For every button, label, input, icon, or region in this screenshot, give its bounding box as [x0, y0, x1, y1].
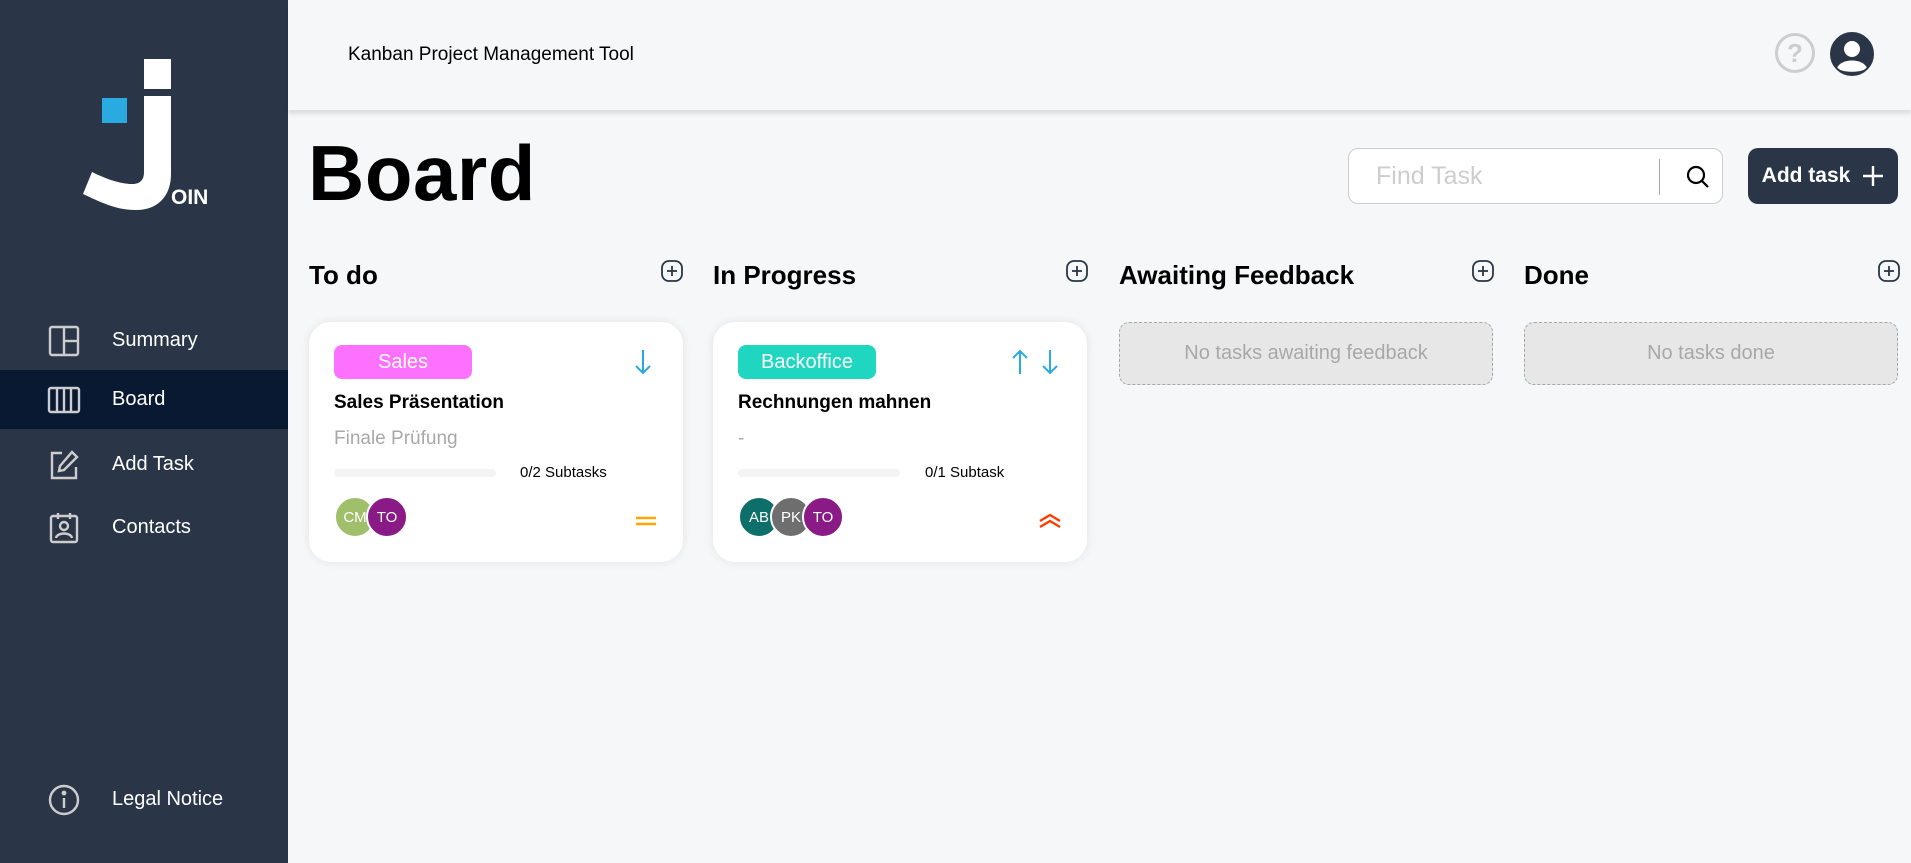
sidebar-item-label: Summary	[112, 329, 198, 351]
add-task-button[interactable]: Add task	[1748, 148, 1898, 204]
sidebar-item-label: Contacts	[112, 516, 191, 538]
task-title: Sales Präsentation	[334, 392, 505, 413]
sidebar-item-add-task[interactable]: Add Task	[0, 435, 288, 494]
sidebar-item-summary[interactable]: Summary	[0, 311, 288, 370]
task-card[interactable]: Sales Sales Präsentation Finale Prüfung …	[309, 322, 683, 562]
column-title: Done	[1524, 260, 1589, 290]
subtask-progress-bar	[334, 469, 496, 477]
priority-urgent-icon	[1039, 513, 1061, 529]
contacts-icon	[47, 511, 81, 545]
arrow-down-icon[interactable]	[1041, 348, 1059, 376]
arrow-up-icon[interactable]	[1011, 348, 1029, 376]
column-header-awaiting-feedback: Awaiting Feedback	[1119, 258, 1494, 298]
task-description: Finale Prüfung	[334, 428, 458, 449]
sidebar-item-board[interactable]: Board	[0, 370, 288, 429]
avatar: TO	[802, 496, 844, 538]
column-header-done: Done	[1524, 258, 1900, 298]
help-icon: ?	[1787, 37, 1803, 68]
add-to-column-icon[interactable]	[1472, 260, 1494, 282]
help-button[interactable]: ?	[1775, 33, 1815, 73]
sidebar-item-contacts[interactable]: Contacts	[0, 498, 288, 557]
empty-column-placeholder: No tasks awaiting feedback	[1119, 322, 1493, 385]
user-icon	[1832, 34, 1872, 74]
add-to-column-icon[interactable]	[661, 260, 683, 282]
add-task-icon	[47, 448, 81, 482]
board-icon	[47, 383, 81, 417]
column-header-in-progress: In Progress	[713, 258, 1088, 298]
add-to-column-icon[interactable]	[1066, 260, 1088, 282]
sidebar-item-label: Board	[112, 388, 166, 410]
move-arrows	[634, 348, 652, 378]
column-title: In Progress	[713, 260, 857, 290]
column-header-todo: To do	[309, 258, 683, 298]
search-box	[1348, 148, 1723, 204]
avatar: TO	[366, 496, 408, 538]
logo-text: OIN	[171, 186, 208, 209]
sidebar: OIN Summary Board Add Task Contacts Lega…	[0, 0, 288, 863]
task-card[interactable]: Backoffice Rechnungen mahnen - 0/1 Subta…	[713, 322, 1087, 562]
add-to-column-icon[interactable]	[1878, 260, 1900, 282]
legal-notice-label: Legal Notice	[112, 788, 224, 810]
join-logo[interactable]: OIN	[80, 56, 210, 216]
add-task-button-label: Add task	[1761, 164, 1851, 187]
info-icon	[47, 783, 81, 817]
top-header: Kanban Project Management Tool ?	[288, 0, 1911, 110]
plus-icon	[1863, 166, 1884, 186]
search-icon[interactable]	[1685, 164, 1711, 190]
category-tag: Backoffice	[738, 345, 876, 379]
user-avatar-button[interactable]	[1830, 32, 1874, 76]
legal-notice-link[interactable]: Legal Notice	[0, 770, 288, 829]
search-input[interactable]	[1350, 150, 1650, 202]
column-title: To do	[309, 260, 378, 290]
subtask-count: 0/2 Subtasks	[520, 464, 607, 481]
search-divider	[1659, 159, 1660, 195]
move-arrows	[1011, 348, 1059, 378]
column-title: Awaiting Feedback	[1119, 260, 1355, 290]
arrow-down-icon[interactable]	[634, 348, 652, 376]
priority-medium-icon	[636, 516, 656, 526]
subtask-count: 0/1 Subtask	[925, 464, 1005, 481]
category-tag: Sales	[334, 345, 472, 379]
task-title: Rechnungen mahnen	[738, 392, 932, 413]
sidebar-item-label: Add Task	[112, 453, 194, 475]
subtask-progress-bar	[738, 469, 900, 477]
header-title: Kanban Project Management Tool	[348, 44, 634, 65]
task-description: -	[738, 428, 745, 449]
empty-column-placeholder: No tasks done	[1524, 322, 1898, 385]
page-title: Board	[308, 129, 536, 217]
summary-icon	[47, 324, 81, 358]
